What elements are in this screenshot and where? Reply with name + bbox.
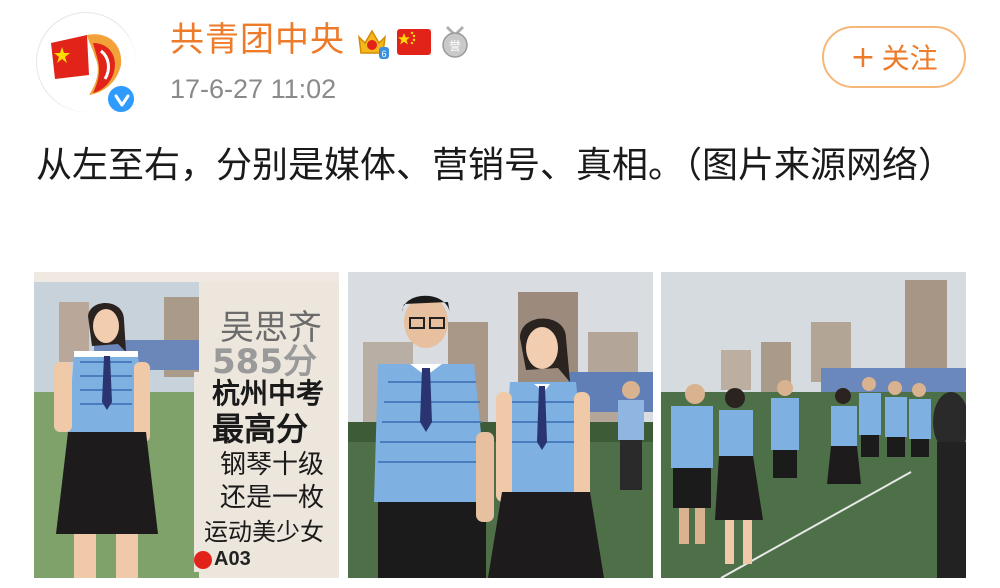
verified-badge-icon: [104, 82, 138, 116]
arrow-circle-icon: [194, 550, 212, 569]
china-flag-icon: [397, 29, 431, 55]
follow-button[interactable]: + 关注: [822, 26, 966, 88]
photo-newspaper-clipping[interactable]: 吴思齐 585分 杭州中考 最高分 钢琴十级 还是一枚 运动美少女 A03: [34, 272, 339, 578]
post-text: 从左至右，分别是媒体、营销号、真相。（图片来源网络）: [36, 145, 955, 186]
headline-line3: 钢琴十级: [220, 450, 325, 480]
medal-badge-icon: 誉: [442, 25, 468, 58]
svg-text:6: 6: [381, 49, 386, 59]
post-timestamp: 17-6-27 11:02: [170, 74, 337, 104]
headline-line5: 运动美少女: [204, 518, 324, 546]
photo-two-students[interactable]: [348, 272, 653, 578]
wide-shot-photo-image: [661, 272, 966, 578]
author-badges: 6 誉: [355, 22, 471, 62]
photo-wide-shot[interactable]: [661, 272, 966, 578]
follow-button-label: 关注: [881, 42, 938, 75]
svg-text:誉: 誉: [449, 39, 461, 53]
page-tag: A03: [194, 548, 251, 571]
two-students-photo-image: [348, 272, 653, 578]
crown-level-badge-icon: 6: [357, 29, 389, 59]
plus-icon: +: [850, 39, 876, 75]
author-name[interactable]: 共青团中央: [170, 18, 345, 62]
headline-line4: 还是一枚: [220, 483, 325, 513]
